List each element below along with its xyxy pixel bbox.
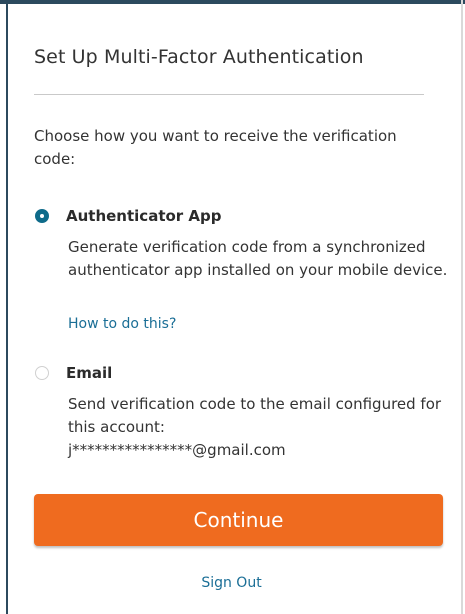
- authenticator-app-description: Generate verification code from a synchr…: [68, 238, 448, 279]
- email-radio[interactable]: [35, 366, 49, 380]
- email-description-text: Send verification code to the email conf…: [68, 395, 442, 436]
- continue-button[interactable]: Continue: [34, 494, 443, 546]
- mfa-card: Set Up Multi-Factor Authentication Choos…: [10, 4, 453, 614]
- email-label[interactable]: Email: [66, 364, 112, 382]
- title-divider: [34, 94, 424, 95]
- mfa-setup-window: Set Up Multi-Factor Authentication Choos…: [0, 0, 465, 614]
- authenticator-app-radio[interactable]: [35, 209, 49, 223]
- left-border: [6, 0, 8, 614]
- masked-email: j****************@gmail.com: [68, 441, 286, 459]
- email-description: Send verification code to the email conf…: [68, 393, 448, 462]
- method-prompt: Choose how you want to receive the verif…: [34, 127, 397, 168]
- sign-out-link[interactable]: Sign Out: [10, 575, 453, 591]
- authenticator-app-label[interactable]: Authenticator App: [66, 207, 222, 225]
- how-to-do-this-link[interactable]: How to do this?: [68, 316, 176, 332]
- right-border: [461, 0, 463, 614]
- page-title: Set Up Multi-Factor Authentication: [34, 46, 364, 68]
